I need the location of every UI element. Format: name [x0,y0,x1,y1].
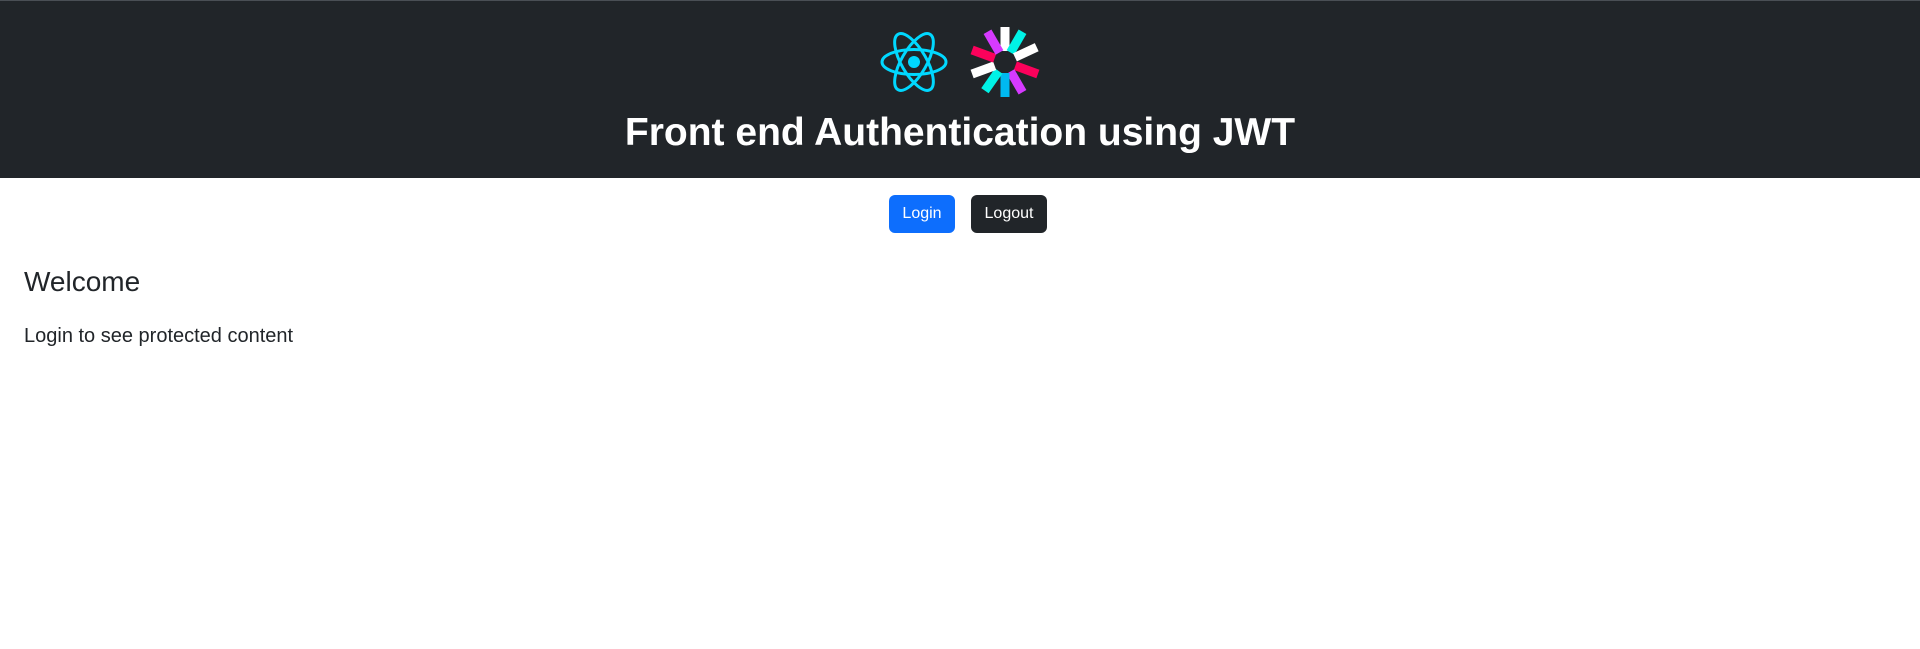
jwt-icon [970,27,1040,97]
welcome-heading: Welcome [24,266,141,297]
logo-group [0,25,1920,99]
react-icon [880,32,948,92]
app-header: Front end Authentication using JWT [0,0,1920,178]
login-button[interactable]: Login [889,195,955,233]
auth-button-bar: Login Logout [0,195,1920,233]
protected-content-message: Login to see protected content [24,325,294,347]
page-title: Front end Authentication using JWT [624,111,1296,154]
logout-button[interactable]: Logout [971,195,1047,233]
